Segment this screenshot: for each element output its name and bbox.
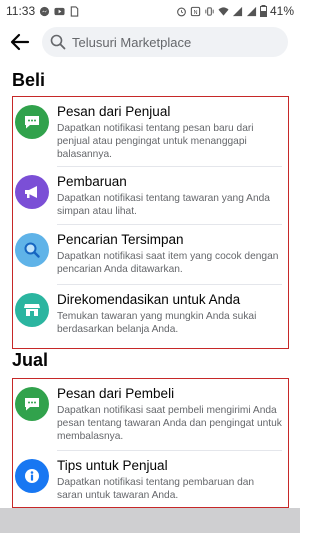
svg-text:N: N bbox=[193, 9, 197, 15]
item-title: Pesan dari Penjual bbox=[57, 104, 171, 119]
status-time: 11:33 bbox=[6, 4, 36, 18]
battery-icon bbox=[259, 5, 267, 17]
item-text: Direkomendasikan untuk Anda Temukan tawa… bbox=[57, 291, 282, 347]
item-description: Temukan tawaran yang mungkin Anda sukai … bbox=[57, 311, 257, 335]
item-text: Pembaruan Dapatkan notifikasi tentang ta… bbox=[57, 173, 282, 225]
list-item-pesan-dari-penjual[interactable]: Pesan dari Penjual Dapatkan notifikasi t… bbox=[13, 97, 288, 167]
top-bar bbox=[0, 24, 300, 62]
item-text: Pesan dari Pembeli Dapatkan notifikasi s… bbox=[57, 385, 282, 451]
item-description: Dapatkan notifikasi tentang pembaruan da… bbox=[57, 477, 255, 501]
shop-icon bbox=[15, 293, 49, 327]
item-description: Dapatkan notifikasi saat item yang cocok… bbox=[57, 251, 279, 275]
chat-bubble-icon bbox=[15, 105, 49, 139]
section-group-jual: Pesan dari Pembeli Dapatkan notifikasi s… bbox=[12, 378, 289, 508]
section-title-jual: Jual bbox=[12, 350, 49, 370]
nfc-icon: N bbox=[190, 6, 201, 16]
item-description: Dapatkan notifikasi tentang tawaran yang… bbox=[57, 193, 270, 217]
list-item-direkomendasikan[interactable]: Direkomendasikan untuk Anda Temukan tawa… bbox=[13, 285, 288, 347]
list-item-pesan-dari-pembeli[interactable]: Pesan dari Pembeli Dapatkan notifikasi s… bbox=[13, 379, 288, 451]
back-button[interactable] bbox=[8, 30, 32, 54]
file-notification-icon bbox=[70, 5, 79, 17]
list-item-pencarian-tersimpan[interactable]: Pencarian Tersimpan Dapatkan notifikasi … bbox=[13, 225, 288, 285]
item-text: Pesan dari Penjual Dapatkan notifikasi t… bbox=[57, 103, 282, 167]
section-group-beli: Pesan dari Penjual Dapatkan notifikasi t… bbox=[12, 96, 289, 349]
alarm-icon bbox=[177, 7, 186, 16]
info-icon bbox=[15, 459, 49, 493]
signal-icon-2 bbox=[246, 6, 257, 16]
item-title: Direkomendasikan untuk Anda bbox=[57, 292, 241, 307]
item-title: Pembaruan bbox=[57, 174, 127, 189]
search-input[interactable] bbox=[72, 34, 262, 50]
search-icon bbox=[50, 34, 66, 50]
messenger-notification-icon bbox=[40, 6, 50, 16]
youtube-notification-icon bbox=[54, 7, 65, 15]
vibrate-icon bbox=[205, 6, 214, 16]
arrow-left-icon bbox=[10, 33, 30, 51]
item-description: Dapatkan notifikasi saat pembeli mengiri… bbox=[57, 405, 282, 442]
battery-level: 41% bbox=[269, 4, 294, 18]
list-item-pembaruan[interactable]: Pembaruan Dapatkan notifikasi tentang ta… bbox=[13, 167, 288, 225]
list-item-tips-untuk-penjual[interactable]: Tips untuk Penjual Dapatkan notifikasi t… bbox=[13, 451, 288, 507]
item-text: Pencarian Tersimpan Dapatkan notifikasi … bbox=[57, 231, 282, 285]
wifi-icon bbox=[218, 6, 229, 16]
megaphone-icon bbox=[15, 175, 49, 209]
status-left: 11:33 bbox=[6, 4, 80, 18]
navigation-bar bbox=[0, 508, 300, 533]
item-title: Pesan dari Pembeli bbox=[57, 386, 175, 401]
status-right: N 41% bbox=[176, 4, 294, 18]
item-text: Tips untuk Penjual Dapatkan notifikasi t… bbox=[57, 457, 282, 507]
item-description: Dapatkan notifikasi tentang pesan baru d… bbox=[57, 123, 254, 160]
status-bar: 11:33 N 41% bbox=[0, 0, 300, 22]
section-title-beli: Beli bbox=[12, 70, 46, 90]
search-icon bbox=[15, 233, 49, 267]
item-title: Tips untuk Penjual bbox=[57, 458, 168, 473]
item-title: Pencarian Tersimpan bbox=[57, 232, 184, 247]
chat-bubble-icon bbox=[15, 387, 49, 421]
search-bar[interactable] bbox=[42, 27, 288, 57]
signal-icon bbox=[232, 6, 243, 16]
